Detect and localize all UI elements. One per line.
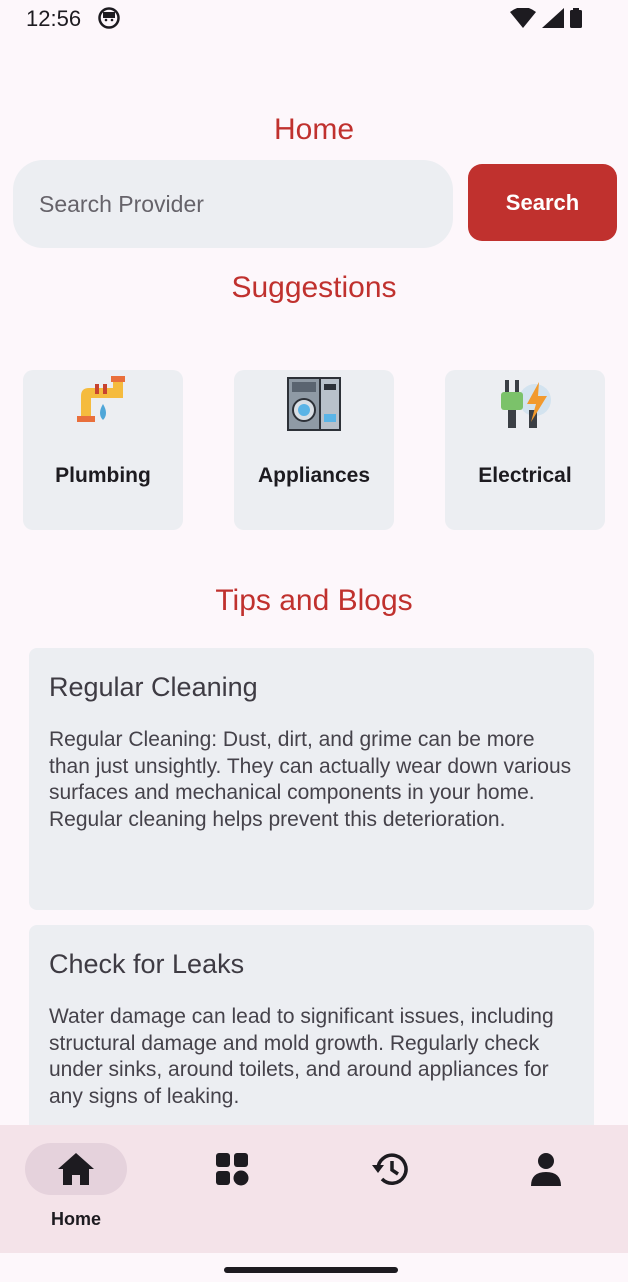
blog-card[interactable]: Regular Cleaning Regular Cleaning: Dust,… [29, 648, 594, 910]
suggestion-label: Electrical [478, 464, 572, 487]
home-icon [58, 1153, 94, 1185]
nav-item-home[interactable]: Home [21, 1143, 131, 1230]
nav-item-categories[interactable] [177, 1143, 287, 1195]
history-icon [372, 1153, 408, 1185]
status-time: 12:56 [26, 6, 82, 31]
status-icons [510, 8, 582, 28]
categories-icon [216, 1153, 249, 1186]
bottom-navigation: Home [0, 1125, 628, 1253]
search-button[interactable]: Search [468, 164, 617, 241]
home-indicator [224, 1267, 398, 1273]
appliances-icon [287, 377, 341, 431]
suggestion-card-appliances[interactable]: Appliances [234, 370, 394, 530]
nav-item-profile[interactable] [491, 1143, 601, 1195]
suggestion-label: Plumbing [55, 464, 151, 487]
signal-icon [542, 8, 564, 28]
notification-icon [98, 7, 120, 29]
suggestion-card-electrical[interactable]: Electrical [445, 370, 605, 530]
electrical-icon [501, 380, 551, 428]
suggestion-card-plumbing[interactable]: Plumbing [23, 370, 183, 530]
search-input[interactable]: Search Provider [13, 160, 453, 248]
plumbing-icon [77, 376, 125, 422]
blog-title: Check for Leaks [49, 949, 245, 979]
suggestions-title: Suggestions [231, 271, 397, 304]
battery-icon [570, 8, 582, 28]
nav-label-home: Home [50, 1209, 101, 1229]
nav-item-history[interactable] [335, 1143, 445, 1195]
wifi-icon [510, 8, 536, 28]
search-placeholder: Search Provider [39, 190, 204, 217]
tips-title: Tips and Blogs [215, 584, 413, 617]
suggestion-label: Appliances [257, 464, 371, 487]
blog-body: Water damage can lead to significant iss… [49, 1005, 554, 1108]
blog-title: Regular Cleaning [49, 672, 258, 702]
page-title: Home [273, 113, 355, 146]
profile-icon [531, 1153, 561, 1186]
blog-body: Regular Cleaning: Dust, dirt, and grime … [49, 728, 572, 831]
nav-active-indicator [25, 1143, 127, 1195]
